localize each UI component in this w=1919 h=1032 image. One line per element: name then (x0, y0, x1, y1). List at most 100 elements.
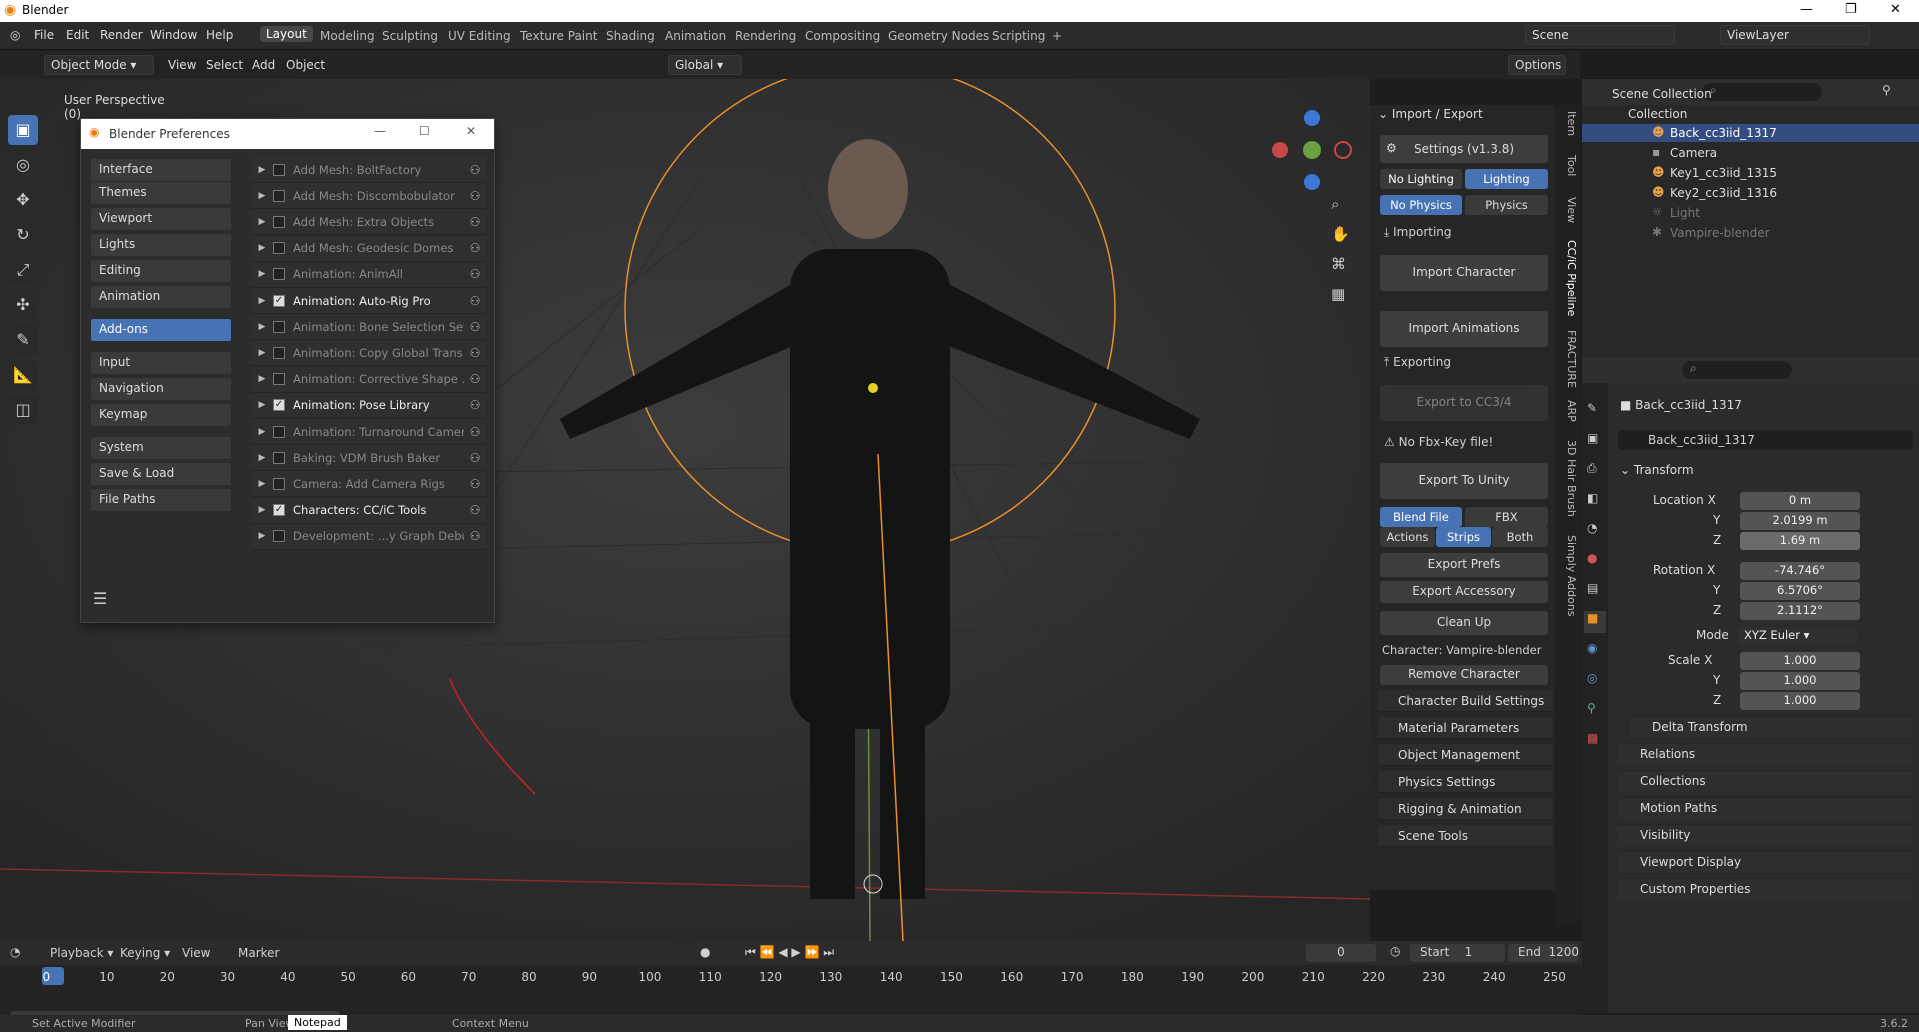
outliner-item[interactable]: ☼ Light (1582, 204, 1919, 222)
rotation-mode-select[interactable]: XYZ Euler ▾ (1738, 627, 1858, 645)
outliner-item[interactable]: ▪ Camera (1582, 144, 1919, 162)
prefs-cat-keymap[interactable]: Keymap (91, 404, 231, 426)
tab-scripting[interactable]: Scripting (992, 29, 1045, 43)
no-physics-toggle[interactable]: No Physics (1380, 195, 1462, 215)
addon-row[interactable]: ▶ Camera: Add Camera Rigs ⚇ (251, 471, 486, 498)
expand-arrow-icon[interactable]: ▶ (251, 427, 273, 437)
expand-arrow-icon[interactable]: ▶ (251, 269, 273, 279)
lighting-toggle[interactable]: Lighting (1465, 169, 1548, 189)
prefs-cat-editing[interactable]: Editing (91, 260, 231, 282)
outliner-item[interactable]: ✱ Vampire-blender (1582, 224, 1919, 242)
prefs-cat-themes[interactable]: Themes (91, 182, 231, 204)
addon-row[interactable]: ▶ Animation: Bone Selection Sets ⚇ (251, 314, 486, 341)
menu-render[interactable]: Render (100, 28, 143, 42)
prefs-titlebar[interactable]: ◉ Blender Preferences — ☐ ✕ (81, 119, 494, 149)
tab-arp[interactable]: ARP (1558, 400, 1578, 422)
outliner-item[interactable]: ☻ Key1_cc3iid_1315 (1582, 164, 1919, 182)
addon-checkbox[interactable] (273, 346, 285, 359)
outliner-collection[interactable]: Collection (1582, 105, 1919, 123)
move-tool-icon[interactable]: ✥ (8, 185, 38, 215)
camera-view-icon[interactable]: ⌘ (1331, 255, 1346, 273)
clean-up-button[interactable]: Clean Up (1380, 611, 1548, 635)
expand-arrow-icon[interactable]: ▶ (251, 400, 273, 410)
menu-object[interactable]: Object (286, 58, 325, 72)
expand-arrow-icon[interactable]: ▶ (251, 296, 273, 306)
render-props-icon[interactable]: ▣ (1587, 431, 1598, 445)
location-x-field[interactable]: 0 m (1740, 492, 1860, 510)
expand-arrow-icon[interactable]: ▶ (251, 243, 273, 253)
measure-tool-icon[interactable]: 📐 (8, 360, 38, 390)
tab-3d-hair-brush[interactable]: 3D Hair Brush (1558, 440, 1578, 517)
expand-arrow-icon[interactable]: ▶ (251, 217, 273, 227)
blender-menu-icon[interactable]: ◎ (10, 28, 20, 42)
prefs-cat-save-load[interactable]: Save & Load (91, 463, 231, 485)
import-animations-button[interactable]: Import Animations (1380, 311, 1548, 347)
tab-view[interactable]: View (1558, 197, 1578, 223)
menu-help[interactable]: Help (206, 28, 233, 42)
section-scene-tools[interactable]: Scene Tools (1378, 825, 1553, 847)
expand-arrow-icon[interactable]: ▶ (251, 322, 273, 332)
options-button[interactable]: Options (1508, 55, 1566, 75)
addon-row[interactable]: ▶ ✓ Characters: CC/iC Tools ⚇ (251, 497, 486, 524)
addon-row[interactable]: ▶ Add Mesh: Geodesic Domes ⚇ (251, 235, 486, 262)
export-unity-button[interactable]: Export To Unity (1380, 463, 1548, 499)
expand-arrow-icon[interactable]: ▶ (251, 348, 273, 358)
blend-file-toggle[interactable]: Blend File (1380, 507, 1462, 527)
playback-menu[interactable]: Playback ▾ (50, 946, 113, 960)
menu-window[interactable]: Window (150, 28, 197, 42)
fbx-toggle[interactable]: FBX (1465, 507, 1548, 527)
preferences-window[interactable]: ◉ Blender Preferences — ☐ ✕ Interface Th… (80, 118, 495, 623)
tab-tool[interactable]: Tool (1558, 155, 1578, 176)
section-physics-settings[interactable]: Physics Settings (1378, 771, 1553, 793)
addon-row[interactable]: ▶ Development: ...y Graph Debug ⚇ (251, 523, 486, 550)
prefs-cat-file-paths[interactable]: File Paths (91, 489, 231, 511)
scale-x-field[interactable]: 1.000 (1740, 652, 1860, 670)
tab-item[interactable]: Item (1558, 111, 1578, 136)
rotate-tool-icon[interactable]: ↻ (8, 220, 38, 250)
addon-checkbox[interactable] (273, 189, 285, 202)
tab-simply-addons[interactable]: Simply Addons (1558, 535, 1578, 617)
import-character-button[interactable]: Import Character (1380, 255, 1548, 291)
tab-cc-ic-pipeline[interactable]: CC/iC Pipeline (1558, 240, 1578, 316)
addon-row[interactable]: ▶ Add Mesh: Discombobulator ⚇ (251, 183, 486, 210)
section-header-import-export[interactable]: ⌄ Import / Export (1378, 107, 1483, 121)
prefs-cat-addons[interactable]: Add-ons (91, 319, 231, 341)
addon-row[interactable]: ▶ Baking: VDM Brush Baker ⚇ (251, 445, 486, 472)
section-material-parameters[interactable]: Material Parameters (1378, 717, 1553, 739)
prefs-cat-system[interactable]: System (91, 437, 231, 459)
search-icon[interactable]: ⌕ (1682, 361, 1792, 379)
location-z-field[interactable]: 1.69 m (1740, 532, 1860, 550)
addon-checkbox[interactable] (273, 530, 285, 543)
constraint-props-icon[interactable]: ⚲ (1587, 701, 1596, 715)
section-visibility[interactable]: Visibility (1618, 824, 1913, 846)
timeline-view-menu[interactable]: View (182, 946, 210, 960)
minimize-icon[interactable]: — (374, 124, 386, 138)
scale-z-field[interactable]: 1.000 (1740, 692, 1860, 710)
section-collections[interactable]: Collections (1618, 770, 1913, 792)
scale-y-field[interactable]: 1.000 (1740, 672, 1860, 690)
outliner-item[interactable]: ☻ Back_cc3iid_1317 (1582, 124, 1919, 142)
expand-arrow-icon[interactable]: ▶ (251, 453, 273, 463)
addon-row[interactable]: ▶ Animation: AnimAll ⚇ (251, 261, 486, 288)
addon-checkbox[interactable] (273, 268, 285, 281)
addon-checkbox[interactable] (273, 451, 285, 464)
add-workspace-icon[interactable]: + (1052, 29, 1062, 43)
close-icon[interactable]: ✕ (1890, 2, 1901, 17)
addon-checkbox[interactable] (273, 242, 285, 255)
tab-animation[interactable]: Animation (665, 29, 726, 43)
menu-edit[interactable]: Edit (66, 28, 89, 42)
prefs-cat-navigation[interactable]: Navigation (91, 378, 231, 400)
remove-character-button[interactable]: Remove Character (1380, 665, 1548, 685)
transform-orientation[interactable]: Global ▾ (668, 55, 742, 75)
transform-tool-icon[interactable]: ✣ (8, 290, 38, 320)
export-accessory-button[interactable]: Export Accessory (1380, 581, 1548, 603)
addon-row[interactable]: ▶ ✓ Animation: Auto-Rig Pro ⚇ (251, 288, 486, 314)
tab-modeling[interactable]: Modeling (320, 29, 375, 43)
section-custom-properties[interactable]: Custom Properties (1618, 878, 1913, 900)
playback-controls[interactable]: ⏮ ⏪ ◀ ▶ ⏩ ⏭ (745, 945, 834, 960)
transform-section[interactable]: ⌄ Transform (1620, 463, 1694, 481)
no-lighting-toggle[interactable]: No Lighting (1380, 169, 1462, 189)
texture-props-icon[interactable]: ▩ (1587, 731, 1598, 745)
addon-checkbox[interactable] (273, 425, 285, 438)
tab-geometry-nodes[interactable]: Geometry Nodes (888, 29, 989, 43)
